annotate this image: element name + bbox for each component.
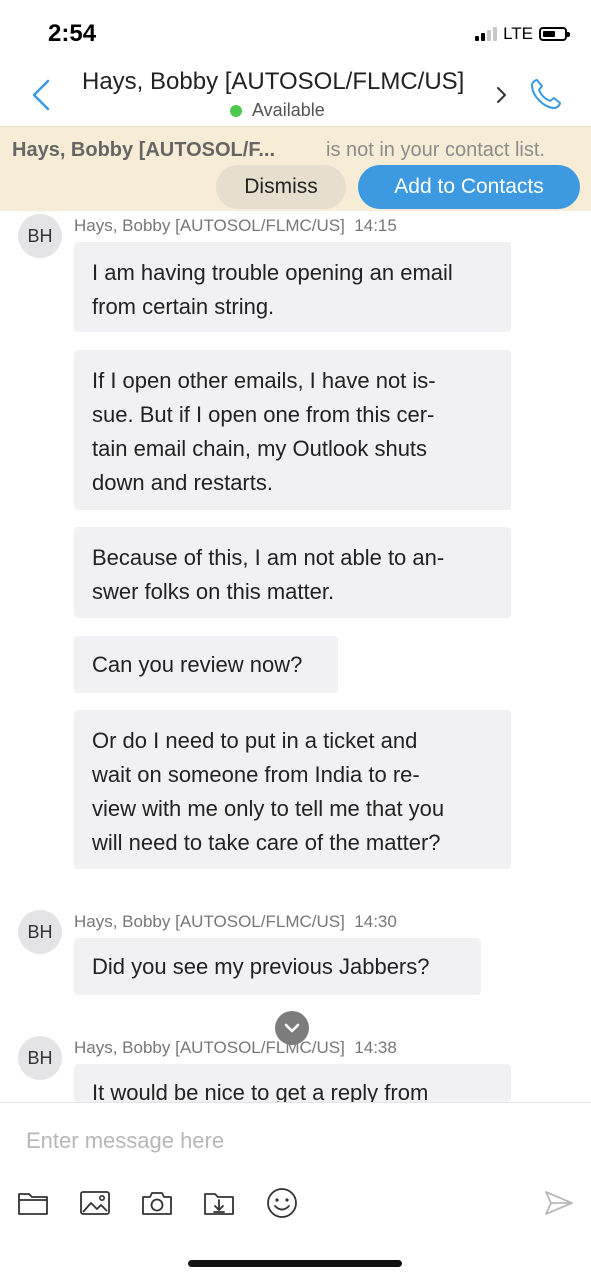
- avatar: BH: [18, 910, 62, 954]
- send-icon[interactable]: [542, 1186, 576, 1220]
- banner-contact-name: Hays, Bobby [AUTOSOL/F...: [12, 139, 275, 161]
- camera-icon[interactable]: [140, 1186, 174, 1220]
- avatar: BH: [18, 1036, 62, 1080]
- presence-label: Available: [252, 100, 325, 120]
- message-bubble[interactable]: I am having trouble opening an email fro…: [74, 242, 511, 332]
- folder-icon[interactable]: [16, 1186, 50, 1220]
- message-bubble[interactable]: Can you review now?: [74, 636, 338, 693]
- message-bubble[interactable]: It would be nice to get a reply from: [74, 1064, 511, 1102]
- home-indicator: [188, 1260, 402, 1267]
- message-sender: Hays, Bobby [AUTOSOL/FLMC/US] 14:15: [74, 216, 397, 235]
- message-sender: Hays, Bobby [AUTOSOL/FLMC/US] 14:38: [74, 1038, 397, 1057]
- message-bubble[interactable]: Because of this, I am not able to an- sw…: [74, 527, 511, 618]
- file-transfer-icon[interactable]: [202, 1186, 236, 1220]
- battery-icon: [539, 27, 570, 41]
- image-icon[interactable]: [78, 1186, 112, 1220]
- not-in-contacts-banner: Hays, Bobby [AUTOSOL/F... is not in your…: [0, 126, 591, 211]
- network-type: LTE: [503, 24, 533, 43]
- dismiss-button[interactable]: Dismiss: [216, 165, 346, 209]
- back-icon[interactable]: [28, 78, 56, 112]
- chevron-right-icon[interactable]: [494, 84, 510, 106]
- signal-icon: [475, 27, 498, 41]
- emoji-icon[interactable]: [265, 1186, 299, 1220]
- status-indicators: LTE: [475, 24, 570, 44]
- message-time: 14:30: [354, 912, 397, 931]
- message-time: 14:38: [354, 1038, 397, 1057]
- chevron-down-icon: [284, 1023, 300, 1033]
- message-bubble[interactable]: Or do I need to put in a ticket and wait…: [74, 710, 511, 869]
- message-input[interactable]: [26, 1124, 546, 1158]
- add-to-contacts-button[interactable]: Add to Contacts: [358, 165, 580, 209]
- banner-message: is not in your contact list.: [326, 139, 545, 161]
- message-bubble[interactable]: If I open other emails, I have not is- s…: [74, 350, 511, 510]
- avatar: BH: [18, 214, 62, 258]
- status-time: 2:54: [48, 20, 97, 47]
- scroll-to-bottom-button[interactable]: [275, 1011, 309, 1045]
- presence-status: Available: [230, 100, 325, 121]
- message-sender: Hays, Bobby [AUTOSOL/FLMC/US] 14:30: [74, 912, 397, 931]
- contact-name[interactable]: Hays, Bobby [AUTOSOL/FLMC/US]: [82, 68, 464, 96]
- phone-icon[interactable]: [528, 76, 564, 112]
- message-bubble[interactable]: Did you see my previous Jabbers?: [74, 938, 481, 995]
- presence-dot: [230, 104, 242, 117]
- message-time: 14:15: [354, 216, 397, 235]
